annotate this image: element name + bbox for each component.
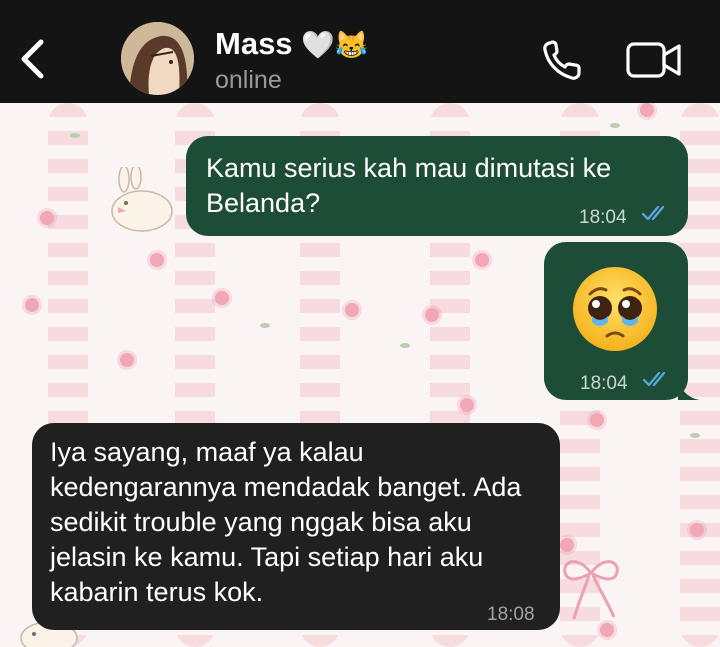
flower-decoration (690, 523, 704, 537)
flower-decoration (590, 413, 604, 427)
contact-name-emojis: 🤍😹 (301, 30, 369, 60)
contact-name-text: Mass (215, 26, 293, 61)
bow-decoration (563, 560, 619, 620)
leaf-decoration (610, 123, 620, 128)
flower-decoration (150, 253, 164, 267)
leaf-decoration (70, 133, 80, 138)
leaf-decoration (690, 433, 700, 438)
flower-decoration (345, 303, 359, 317)
flower-decoration (425, 308, 439, 322)
double-check-icon (641, 205, 665, 221)
contact-name[interactable]: Mass 🤍😹 (215, 26, 368, 62)
message-time: 18:08 (487, 604, 535, 625)
message-bubble-outgoing[interactable]: 🥹 18:04 (544, 242, 700, 400)
flower-decoration (120, 353, 134, 367)
chevron-left-icon[interactable] (14, 34, 54, 84)
flower-decoration (475, 253, 489, 267)
double-check-icon (642, 371, 666, 387)
flower-decoration (215, 291, 229, 305)
phone-icon[interactable] (540, 38, 586, 82)
flower-decoration (600, 623, 614, 637)
chat-header: Mass 🤍😹 online (0, 0, 720, 103)
message-time: 18:04 (580, 373, 628, 394)
flower-decoration (460, 398, 474, 412)
flower-decoration (25, 298, 39, 312)
bunny-decoration (111, 167, 173, 232)
message-bubble-incoming[interactable]: Iya sayang, maaf ya kalau kedengarannya … (32, 423, 560, 630)
leaf-decoration (400, 343, 410, 348)
video-camera-icon[interactable] (625, 40, 683, 80)
leaf-decoration (260, 323, 270, 328)
flower-decoration (40, 211, 54, 225)
pleading-face-emoji (573, 267, 657, 351)
avatar[interactable] (121, 22, 194, 95)
message-text: Iya sayang, maaf ya kalau kedengarannya … (50, 437, 522, 607)
contact-status: online (215, 66, 282, 94)
message-bubble-outgoing[interactable]: Kamu serius kah mau dimutasi ke Belanda?… (186, 136, 688, 236)
flower-decoration (640, 103, 654, 117)
message-time: 18:04 (579, 207, 627, 228)
bubble-tail (678, 378, 700, 400)
